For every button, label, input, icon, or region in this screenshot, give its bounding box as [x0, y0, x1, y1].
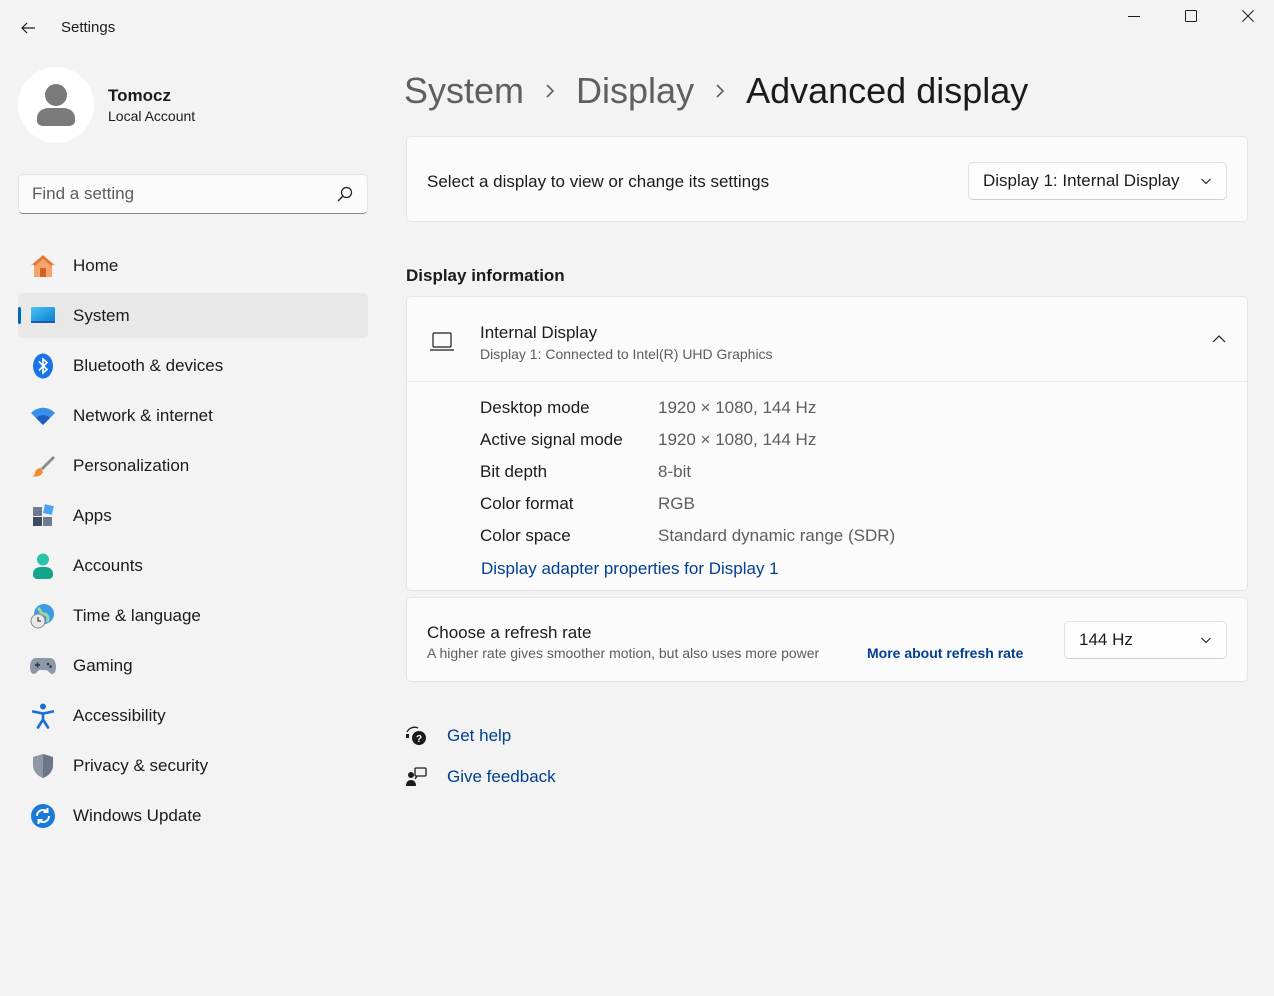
refresh-rate-title: Choose a refresh rate: [427, 623, 592, 642]
sidebar-item-label: Apps: [73, 505, 112, 525]
sidebar-item-accounts[interactable]: Accounts: [18, 543, 368, 588]
back-arrow-icon: [21, 22, 35, 34]
wifi-icon: [30, 403, 56, 429]
adapter-properties-link[interactable]: Display adapter properties for Display 1: [481, 559, 779, 579]
sidebar-item-label: Time & language: [73, 605, 201, 625]
sidebar-item-time-language[interactable]: Time & language: [18, 593, 368, 638]
sidebar-item-apps[interactable]: Apps: [18, 493, 368, 538]
help-icon: ?: [404, 724, 428, 748]
sidebar-item-label: Accessibility: [73, 705, 166, 725]
info-key: Desktop mode: [480, 398, 590, 417]
refresh-rate-description: A higher rate gives smoother motion, but…: [427, 645, 820, 661]
refresh-rate-link[interactable]: More about refresh rate: [867, 645, 1023, 661]
maximize-button[interactable]: [1162, 0, 1219, 32]
account-type: Local Account: [108, 108, 196, 124]
sidebar-item-windows-update[interactable]: Windows Update: [18, 793, 368, 838]
display-connection: Display 1: Connected to Intel(R) UHD Gra…: [480, 346, 773, 362]
sidebar-item-system[interactable]: System: [18, 293, 368, 338]
person-icon: [37, 84, 75, 126]
chevron-right-icon: [694, 83, 746, 99]
app-title: Settings: [61, 19, 116, 36]
sidebar-item-label: Personalization: [73, 455, 190, 475]
accounts-icon: [30, 553, 56, 579]
display-name: Internal Display: [480, 323, 598, 342]
sidebar-item-accessibility[interactable]: Accessibility: [18, 693, 368, 738]
sidebar-item-network[interactable]: Network & internet: [18, 393, 368, 438]
breadcrumb-system[interactable]: System: [404, 70, 524, 112]
info-value: Standard dynamic range (SDR): [658, 526, 896, 545]
close-icon: [1241, 10, 1254, 22]
maximize-icon: [1184, 10, 1197, 22]
display-info-card: Internal Display Display 1: Connected to…: [406, 296, 1248, 591]
feedback-icon: [404, 765, 428, 789]
sidebar-item-label: Home: [73, 255, 119, 275]
section-title: Display information: [406, 266, 565, 285]
refresh-rate-card: Choose a refresh rate A higher rate give…: [406, 597, 1248, 682]
accessibility-icon: [30, 703, 56, 729]
info-value: 1920 × 1080, 144 Hz: [658, 398, 817, 417]
globe-clock-icon: [30, 603, 56, 629]
close-button[interactable]: [1219, 0, 1274, 32]
give-feedback-link[interactable]: Give feedback: [447, 767, 556, 787]
info-key: Color space: [480, 526, 571, 545]
home-icon: [30, 253, 56, 279]
info-key: Active signal mode: [480, 430, 623, 449]
display-dropdown[interactable]: Display 1: Internal Display: [968, 162, 1227, 200]
avatar[interactable]: [18, 67, 94, 143]
sidebar-item-label: Bluetooth & devices: [73, 355, 224, 375]
get-help-link[interactable]: Get help: [447, 726, 511, 746]
sidebar-item-home[interactable]: Home: [18, 243, 368, 288]
laptop-icon: [430, 332, 454, 351]
info-value: RGB: [658, 494, 695, 513]
display-dropdown-value: Display 1: Internal Display: [983, 171, 1180, 190]
sidebar-item-label: Gaming: [73, 655, 133, 675]
display-select-card: Select a display to view or change its s…: [406, 136, 1248, 222]
info-value: 1920 × 1080, 144 Hz: [658, 430, 817, 449]
sidebar-item-label: System: [73, 305, 130, 325]
sidebar-item-bluetooth[interactable]: Bluetooth & devices: [18, 343, 368, 388]
search-icon[interactable]: [337, 186, 353, 202]
chevron-down-icon: [1201, 178, 1211, 185]
apps-icon: [30, 503, 56, 529]
update-icon: [30, 803, 56, 829]
info-value: 8-bit: [658, 462, 692, 481]
shield-icon: [30, 753, 56, 779]
give-feedback-row[interactable]: Give feedback: [404, 765, 556, 789]
get-help-row[interactable]: ? Get help: [404, 724, 511, 748]
info-key: Color format: [480, 494, 574, 513]
sidebar-item-label: Accounts: [73, 555, 143, 575]
user-name: Tomocz: [108, 86, 171, 105]
refresh-rate-value: 144 Hz: [1079, 630, 1133, 649]
search-box[interactable]: [18, 174, 368, 214]
chevron-down-icon: [1201, 637, 1211, 644]
breadcrumb: System Display Advanced display: [404, 68, 1028, 114]
gamepad-icon: [30, 653, 56, 679]
sidebar-item-label: Privacy & security: [73, 755, 209, 775]
chevron-right-icon: [524, 83, 576, 99]
title-bar: Settings: [0, 0, 1274, 56]
page-title: Advanced display: [746, 70, 1029, 111]
sidebar-item-personalization[interactable]: Personalization: [18, 443, 368, 488]
display-select-label: Select a display to view or change its s…: [427, 172, 770, 191]
bluetooth-icon: [30, 353, 56, 379]
svg-text:?: ?: [416, 734, 422, 745]
sidebar-item-label: Windows Update: [73, 805, 202, 825]
back-button[interactable]: [14, 14, 42, 42]
system-icon: [30, 303, 56, 329]
brush-icon: [30, 453, 56, 479]
search-input[interactable]: [19, 184, 319, 204]
sidebar-item-gaming[interactable]: Gaming: [18, 643, 368, 688]
sidebar-item-label: Network & internet: [73, 405, 213, 425]
chevron-up-icon[interactable]: [1211, 331, 1227, 347]
minimize-button[interactable]: [1105, 0, 1162, 32]
sidebar-nav: Home System Bluetooth & devices Network …: [18, 243, 368, 843]
info-key: Bit depth: [480, 462, 548, 481]
breadcrumb-display[interactable]: Display: [576, 70, 694, 112]
display-info-header[interactable]: Internal Display Display 1: Connected to…: [407, 297, 1247, 382]
refresh-rate-dropdown[interactable]: 144 Hz: [1064, 621, 1227, 659]
minimize-icon: [1127, 16, 1140, 17]
sidebar-item-privacy[interactable]: Privacy & security: [18, 743, 368, 788]
